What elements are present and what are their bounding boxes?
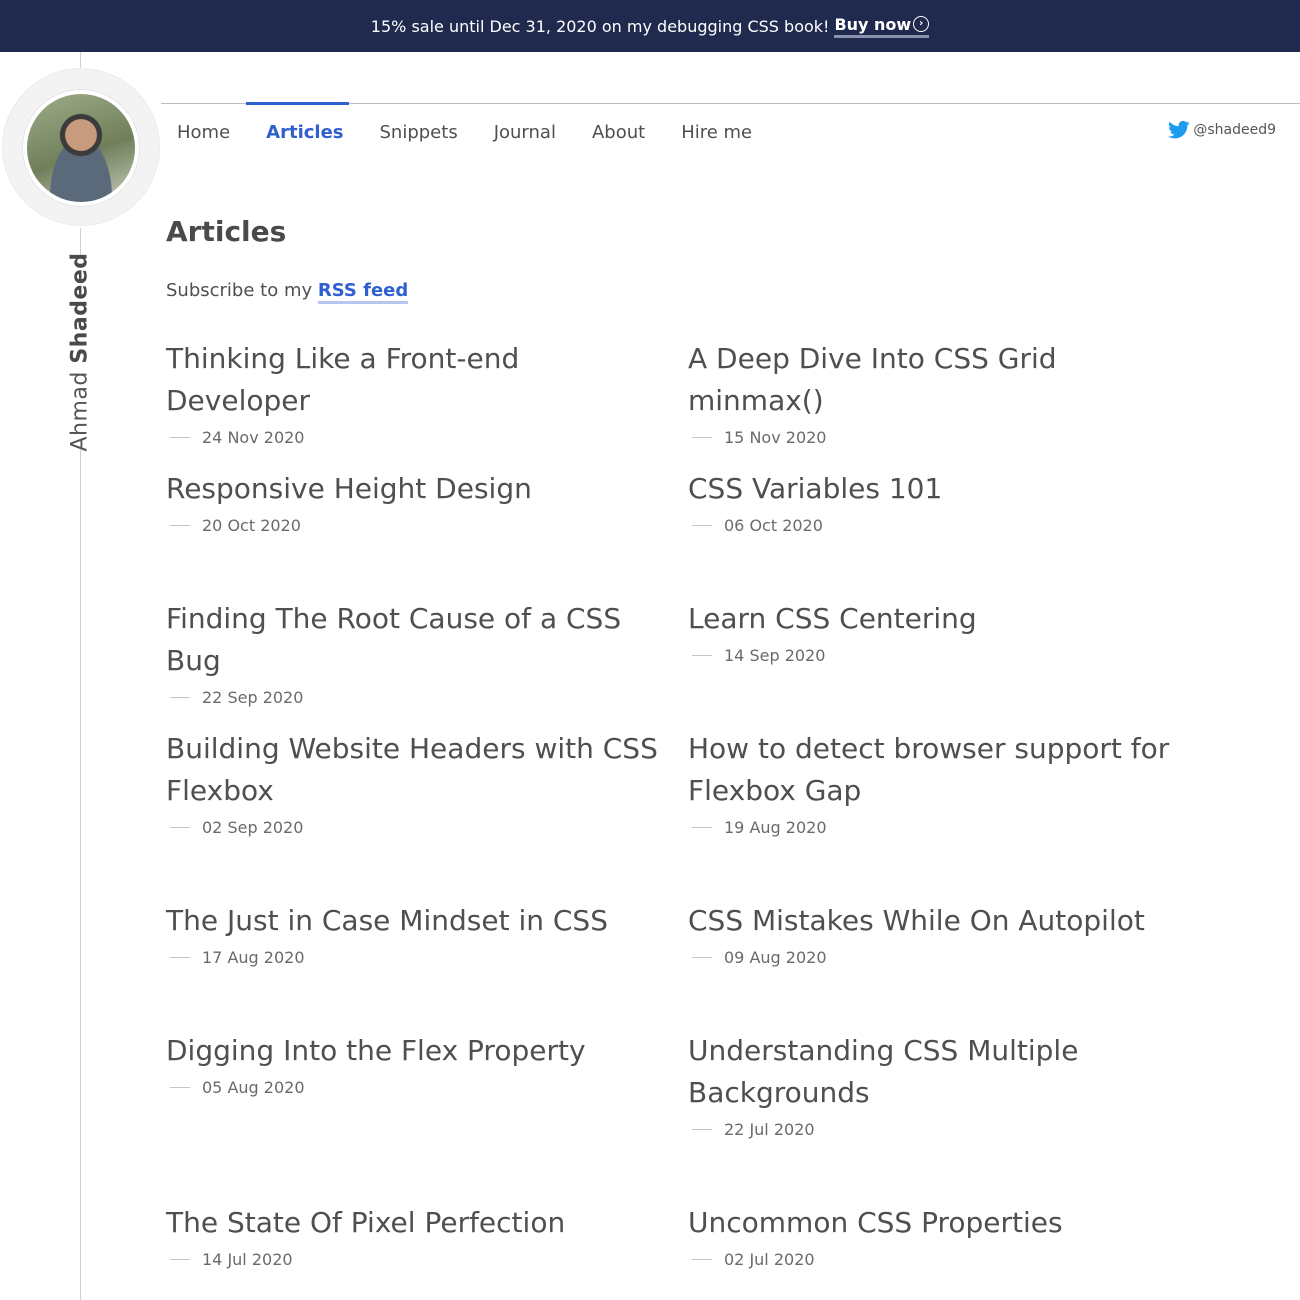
date-dash bbox=[170, 697, 190, 698]
article-card: CSS Variables 101 06 Oct 2020 bbox=[688, 468, 1188, 535]
article-date: 22 Sep 2020 bbox=[202, 688, 304, 707]
author-name: Ahmad Shadeed bbox=[68, 252, 93, 451]
article-card: A Deep Dive Into CSS Grid minmax() 15 No… bbox=[688, 338, 1188, 447]
author-last-name: Shadeed bbox=[67, 252, 93, 364]
article-meta: 17 Aug 2020 bbox=[166, 948, 666, 967]
subscribe-line: Subscribe to my RSS feed bbox=[166, 280, 409, 304]
article-card: Finding The Root Cause of a CSS Bug 22 S… bbox=[166, 598, 666, 707]
date-dash bbox=[170, 957, 190, 958]
nav-hire-me[interactable]: Hire me bbox=[665, 122, 770, 143]
article-meta: 05 Aug 2020 bbox=[166, 1078, 666, 1097]
article-meta: 24 Nov 2020 bbox=[166, 428, 666, 447]
subscribe-prefix: Subscribe to my bbox=[166, 280, 313, 301]
article-meta: 19 Aug 2020 bbox=[688, 818, 1188, 837]
article-card: How to detect browser support for Flexbo… bbox=[688, 728, 1188, 837]
article-card: Learn CSS Centering 14 Sep 2020 bbox=[688, 598, 1188, 665]
date-dash bbox=[170, 1259, 190, 1260]
author-first-name: Ahmad bbox=[67, 371, 93, 452]
article-date: 09 Aug 2020 bbox=[724, 948, 827, 967]
article-meta: 22 Sep 2020 bbox=[166, 688, 666, 707]
article-date: 02 Sep 2020 bbox=[202, 818, 304, 837]
article-title[interactable]: Building Website Headers with CSS Flexbo… bbox=[166, 728, 666, 812]
date-dash bbox=[692, 437, 712, 438]
article-title[interactable]: The State Of Pixel Perfection bbox=[166, 1202, 666, 1244]
date-dash bbox=[170, 437, 190, 438]
article-date: 06 Oct 2020 bbox=[724, 516, 823, 535]
main-nav: Home Articles Snippets Journal About Hir… bbox=[161, 104, 772, 160]
article-date: 22 Jul 2020 bbox=[724, 1120, 815, 1139]
article-title[interactable]: Digging Into the Flex Property bbox=[166, 1030, 666, 1072]
rail-line bbox=[80, 450, 81, 1300]
page-title: Articles bbox=[166, 215, 287, 248]
article-meta: 20 Oct 2020 bbox=[166, 516, 666, 535]
promo-text: 15% sale until Dec 31, 2020 on my debugg… bbox=[370, 16, 830, 36]
date-dash bbox=[692, 655, 712, 656]
date-dash bbox=[170, 827, 190, 828]
date-dash bbox=[692, 1129, 712, 1130]
twitter-link[interactable]: @shadeed9 bbox=[1168, 120, 1276, 140]
article-title[interactable]: Learn CSS Centering bbox=[688, 598, 1188, 640]
buy-now-label: Buy now bbox=[834, 14, 912, 34]
article-card: Building Website Headers with CSS Flexbo… bbox=[166, 728, 666, 837]
article-title[interactable]: Finding The Root Cause of a CSS Bug bbox=[166, 598, 666, 682]
article-title[interactable]: Understanding CSS Multiple Backgrounds bbox=[688, 1030, 1188, 1114]
article-meta: 06 Oct 2020 bbox=[688, 516, 1188, 535]
article-card: The Just in Case Mindset in CSS 17 Aug 2… bbox=[166, 900, 666, 967]
nav-home[interactable]: Home bbox=[161, 122, 248, 143]
article-meta: 09 Aug 2020 bbox=[688, 948, 1188, 967]
article-card: Understanding CSS Multiple Backgrounds 2… bbox=[688, 1030, 1188, 1139]
twitter-handle: @shadeed9 bbox=[1193, 122, 1276, 138]
date-dash bbox=[692, 1259, 712, 1260]
article-meta: 15 Nov 2020 bbox=[688, 428, 1188, 447]
article-title[interactable]: The Just in Case Mindset in CSS bbox=[166, 900, 666, 942]
article-title[interactable]: A Deep Dive Into CSS Grid minmax() bbox=[688, 338, 1188, 422]
nav-about[interactable]: About bbox=[576, 122, 663, 143]
article-date: 14 Sep 2020 bbox=[724, 646, 826, 665]
rail-line bbox=[80, 52, 81, 70]
article-card: The State Of Pixel Perfection 14 Jul 202… bbox=[166, 1202, 666, 1269]
article-title[interactable]: CSS Mistakes While On Autopilot bbox=[688, 900, 1188, 942]
article-meta: 02 Jul 2020 bbox=[688, 1250, 1188, 1269]
article-card: Digging Into the Flex Property 05 Aug 20… bbox=[166, 1030, 666, 1097]
article-date: 17 Aug 2020 bbox=[202, 948, 305, 967]
article-title[interactable]: Uncommon CSS Properties bbox=[688, 1202, 1188, 1244]
article-title[interactable]: Thinking Like a Front-end Developer bbox=[166, 338, 666, 422]
article-card: Thinking Like a Front-end Developer 24 N… bbox=[166, 338, 666, 447]
article-date: 02 Jul 2020 bbox=[724, 1250, 815, 1269]
nav-articles[interactable]: Articles bbox=[250, 122, 361, 143]
date-dash bbox=[692, 957, 712, 958]
nav-journal[interactable]: Journal bbox=[478, 122, 574, 143]
twitter-icon bbox=[1168, 120, 1190, 139]
nav-snippets[interactable]: Snippets bbox=[364, 122, 476, 143]
article-card: Uncommon CSS Properties 02 Jul 2020 bbox=[688, 1202, 1188, 1269]
article-date: 14 Jul 2020 bbox=[202, 1250, 293, 1269]
article-meta: 14 Sep 2020 bbox=[688, 646, 1188, 665]
date-dash bbox=[692, 525, 712, 526]
article-date: 19 Aug 2020 bbox=[724, 818, 827, 837]
avatar[interactable] bbox=[23, 90, 139, 206]
date-dash bbox=[170, 1087, 190, 1088]
article-title[interactable]: How to detect browser support for Flexbo… bbox=[688, 728, 1188, 812]
buy-now-link[interactable]: Buy now › bbox=[834, 14, 930, 38]
arrow-circle-icon: › bbox=[913, 16, 930, 32]
article-title[interactable]: CSS Variables 101 bbox=[688, 468, 1188, 510]
article-date: 15 Nov 2020 bbox=[724, 428, 827, 447]
promo-banner: 15% sale until Dec 31, 2020 on my debugg… bbox=[0, 0, 1300, 52]
article-date: 20 Oct 2020 bbox=[202, 516, 301, 535]
article-card: CSS Mistakes While On Autopilot 09 Aug 2… bbox=[688, 900, 1188, 967]
article-meta: 02 Sep 2020 bbox=[166, 818, 666, 837]
article-title[interactable]: Responsive Height Design bbox=[166, 468, 666, 510]
article-meta: 22 Jul 2020 bbox=[688, 1120, 1188, 1139]
article-date: 05 Aug 2020 bbox=[202, 1078, 305, 1097]
article-meta: 14 Jul 2020 bbox=[166, 1250, 666, 1269]
article-card: Responsive Height Design 20 Oct 2020 bbox=[166, 468, 666, 535]
article-date: 24 Nov 2020 bbox=[202, 428, 305, 447]
rss-feed-link[interactable]: RSS feed bbox=[317, 280, 409, 304]
date-dash bbox=[170, 525, 190, 526]
date-dash bbox=[692, 827, 712, 828]
